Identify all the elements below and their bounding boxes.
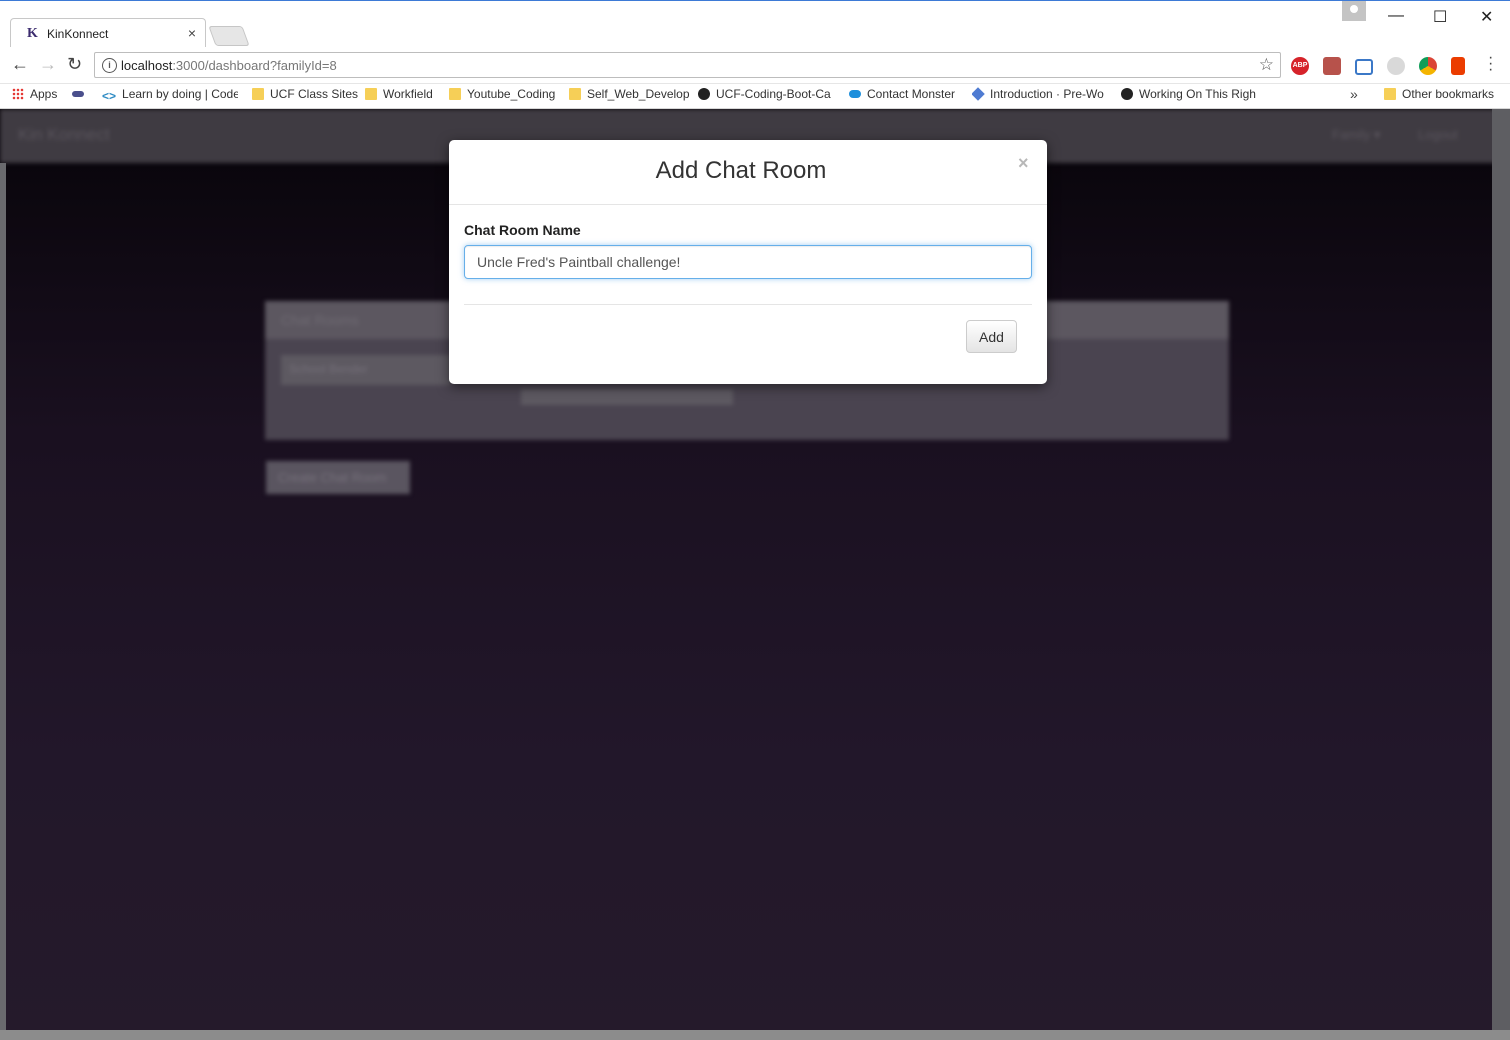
folder-icon [252, 88, 264, 100]
more-bookmarks-button[interactable]: » [1350, 86, 1358, 102]
close-icon[interactable]: × [1018, 153, 1029, 174]
family-dropdown: Family ▾ [1332, 127, 1381, 142]
chrome-extension-icon[interactable] [1419, 57, 1437, 75]
bookmark-self-web-develop[interactable]: Self_Web_Develop [569, 87, 690, 106]
add-button[interactable]: Add [966, 320, 1017, 353]
site-info-icon[interactable]: i [102, 58, 117, 73]
tab-title: KinKonnect [47, 27, 109, 41]
app-brand: Kin Konnect [18, 125, 110, 144]
browser-titlebar: K KinKonnect × — ☐ ✕ [0, 0, 1510, 49]
panel-bar [521, 389, 733, 405]
bookmark-label: UCF-Coding-Boot-Ca [716, 87, 831, 101]
extension-oval-icon [72, 91, 84, 97]
reload-icon[interactable]: ↻ [67, 54, 82, 75]
chat-room-search-text: School Bender [289, 362, 368, 376]
tab-close-icon[interactable]: × [188, 25, 196, 41]
bookmark-label: Working On This Righ [1139, 87, 1256, 101]
bookmarks-bar: Apps <> Learn by doing | Code UCF Class S… [0, 84, 1510, 109]
folder-icon [569, 88, 581, 100]
kinkonnect-favicon-icon: K [27, 26, 38, 41]
chat-room-name-label: Chat Room Name [464, 222, 581, 238]
browser-toolbar: ← → ↻ i localhost:3000/dashboard?familyI… [0, 47, 1510, 84]
page-scrollbar-area [1492, 109, 1510, 1040]
bookmark-label: Introduction · Pre-Wo [990, 87, 1104, 101]
extension-grey-icon[interactable] [1387, 57, 1405, 75]
bookmark-label: Self_Web_Develop [587, 87, 690, 101]
adblock-plus-icon[interactable]: ABP [1291, 57, 1309, 75]
modal-divider [464, 304, 1032, 305]
new-tab-button[interactable] [208, 26, 250, 46]
bookmark-youtube-coding[interactable]: Youtube_Coding [449, 87, 555, 106]
logout-link: Logout [1418, 127, 1458, 142]
folder-icon [365, 88, 377, 100]
bookmark-other-bookmarks[interactable]: Other bookmarks [1384, 87, 1494, 106]
bookmark-ucf-class-sites[interactable]: UCF Class Sites [252, 87, 358, 106]
bookmark-ucf-coding-boot-camp[interactable]: UCF-Coding-Boot-Ca [698, 87, 835, 106]
bookmark-label: Apps [30, 87, 58, 101]
github-icon [1121, 88, 1133, 100]
screen-capture-icon[interactable] [1355, 59, 1373, 75]
bookmark-label: Other bookmarks [1402, 87, 1495, 101]
address-bar[interactable]: i localhost:3000/dashboard?familyId=8 ☆ [94, 52, 1281, 78]
github-icon [698, 88, 710, 100]
bookmark-working-on-this[interactable]: Working On This Righ [1121, 87, 1257, 106]
bookmark-workfield[interactable]: Workfield [365, 87, 433, 106]
url-path: :3000/dashboard?familyId=8 [172, 58, 337, 73]
chat-room-name-input[interactable] [464, 245, 1032, 279]
page-bottom-edge [0, 1030, 1510, 1040]
chat-room-search: School Bender [281, 355, 451, 385]
create-chat-room-button: Create Chat Room [266, 461, 410, 494]
create-chat-room-label: Create Chat Room [278, 470, 387, 485]
apps-grid-icon [12, 88, 24, 100]
back-arrow-icon[interactable]: ← [11, 54, 29, 75]
cloud-icon [849, 90, 861, 98]
folder-icon [1384, 88, 1396, 100]
browser-tab[interactable]: K KinKonnect × [10, 18, 206, 49]
minimize-icon[interactable]: — [1388, 7, 1404, 25]
window-close-icon[interactable]: ✕ [1480, 7, 1493, 27]
page-edge [0, 163, 6, 1040]
add-chat-room-modal: Add Chat Room × Chat Room Name Add [449, 140, 1047, 384]
modal-title: Add Chat Room [655, 157, 827, 184]
bookmark-apps[interactable]: Apps [12, 87, 57, 106]
maximize-icon[interactable]: ☐ [1433, 7, 1447, 27]
modal-header: Add Chat Room × [449, 140, 1047, 205]
bookmark-contact-monster[interactable]: Contact Monster [849, 87, 955, 106]
bookmark-learn-by-doing[interactable]: <> Learn by doing | Code [102, 87, 238, 106]
url-text[interactable]: localhost:3000/dashboard?familyId=8 [121, 58, 337, 73]
office-icon[interactable] [1451, 57, 1465, 75]
bookmark-label: Youtube_Coding [467, 87, 556, 101]
bookmark-introduction[interactable]: Introduction · Pre-Wo [972, 87, 1107, 106]
url-host: localhost [121, 58, 173, 73]
bookmark-label: Workfield [383, 87, 433, 101]
browser-menu-icon[interactable]: · · · [1488, 50, 1493, 78]
profile-icon[interactable] [1342, 1, 1366, 21]
code-brackets-icon: <> [102, 89, 117, 103]
bookmark-label: Learn by doing | Code [122, 87, 238, 101]
bookmark-extension[interactable] [72, 87, 90, 106]
panel-title: Chat Rooms [281, 312, 359, 328]
forward-arrow-icon[interactable]: → [39, 54, 57, 75]
bookmark-star-icon[interactable]: ☆ [1259, 55, 1274, 75]
folder-icon [449, 88, 461, 100]
acrobat-icon[interactable] [1323, 57, 1341, 75]
book-icon [972, 87, 985, 101]
bookmark-label: UCF Class Sites [270, 87, 359, 101]
bookmark-label: Contact Monster [867, 87, 956, 101]
